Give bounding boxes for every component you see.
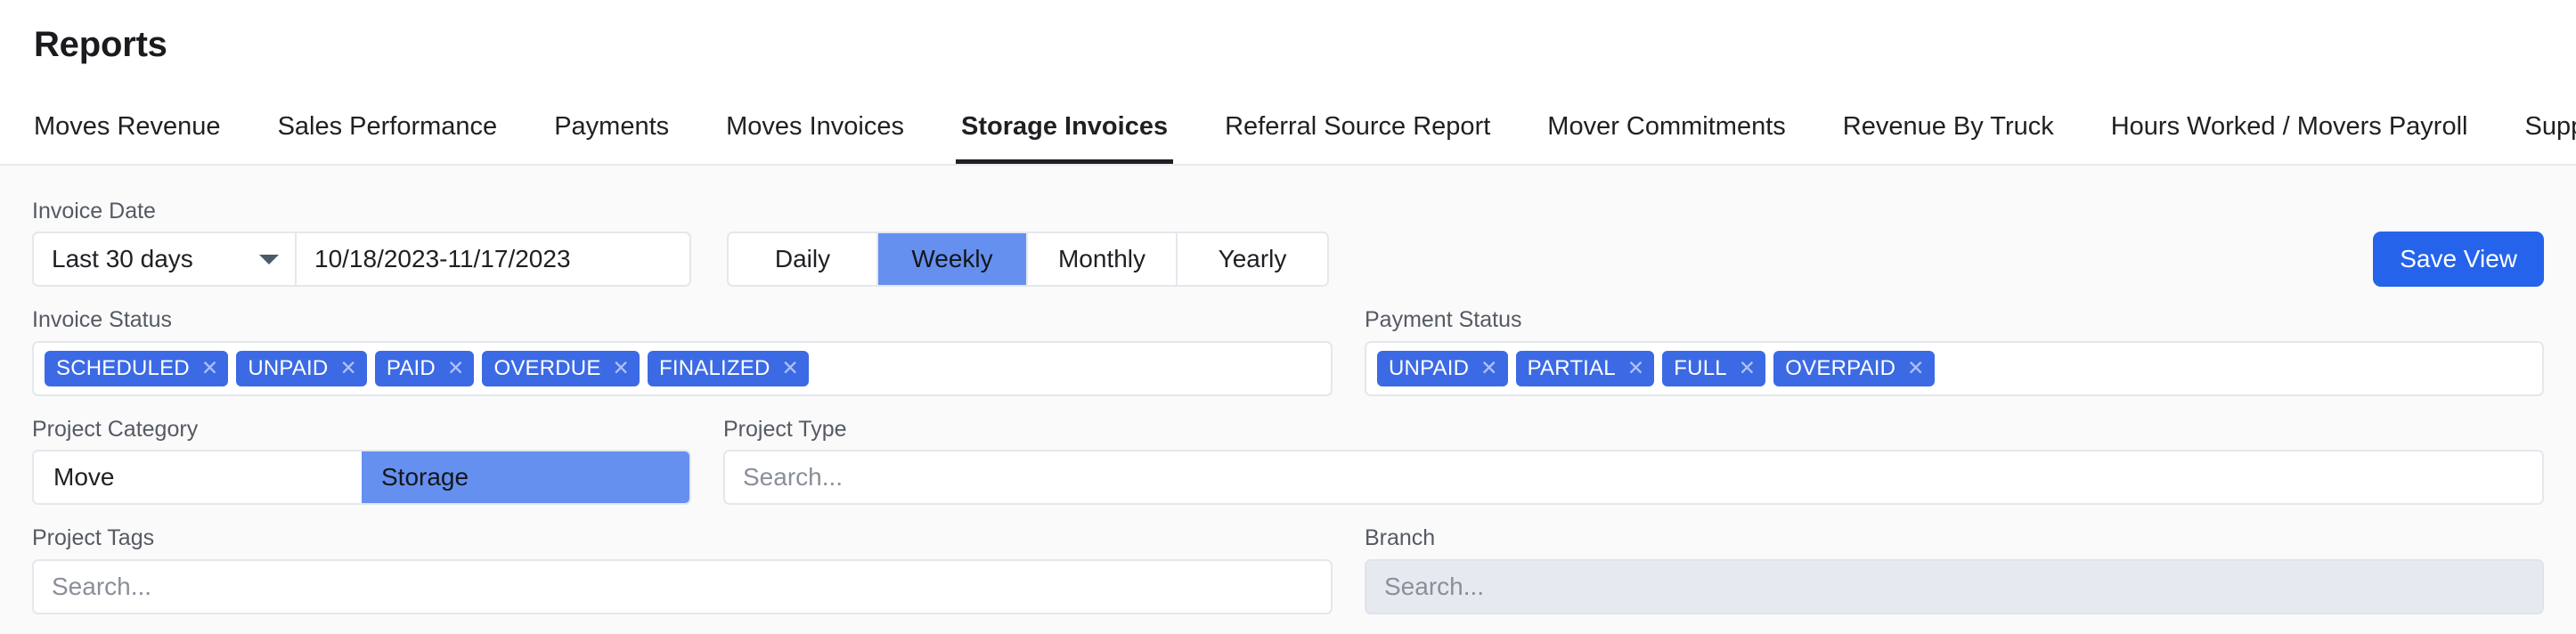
branch-input[interactable] bbox=[1384, 572, 2524, 601]
branch-group: Branch bbox=[1365, 525, 2544, 614]
column-spacer bbox=[1333, 526, 1365, 614]
project-type-field[interactable] bbox=[723, 450, 2544, 505]
tab-hours-worked-movers-payroll[interactable]: Hours Worked / Movers Payroll bbox=[2083, 89, 2497, 164]
payment-status-label: Payment Status bbox=[1365, 307, 1522, 332]
tab-revenue-by-truck[interactable]: Revenue By Truck bbox=[1814, 89, 2083, 164]
granularity-option-weekly[interactable]: Weekly bbox=[878, 233, 1028, 285]
tab-moves-revenue[interactable]: Moves Revenue bbox=[34, 89, 249, 164]
invoice-date-control: Last 30 days 10/18/2023-11/17/2023 bbox=[32, 232, 691, 287]
save-view-button[interactable]: Save View bbox=[2373, 232, 2544, 287]
granularity-option-daily[interactable]: Daily bbox=[729, 233, 878, 285]
tab-mover-commitments[interactable]: Mover Commitments bbox=[1519, 89, 1814, 164]
chevron-down-icon bbox=[259, 254, 279, 264]
close-icon[interactable]: ✕ bbox=[339, 358, 356, 378]
chip[interactable]: FULL ✕ bbox=[1662, 350, 1766, 386]
invoice-date-group: Invoice Date Last 30 days 10/18/2023-11/… bbox=[32, 198, 691, 287]
chip-label: SCHEDULED bbox=[56, 355, 190, 380]
project-type-input[interactable] bbox=[743, 463, 2524, 492]
chip[interactable]: SCHEDULED ✕ bbox=[45, 350, 229, 386]
close-icon[interactable]: ✕ bbox=[782, 358, 799, 378]
project-type-label: Project Type bbox=[723, 416, 847, 442]
chip[interactable]: UNPAID ✕ bbox=[236, 350, 367, 386]
project-type-group: Project Type bbox=[723, 416, 2544, 505]
column-spacer bbox=[691, 418, 723, 506]
chip-label: PAID bbox=[386, 355, 436, 380]
project-tags-group: Project Tags bbox=[32, 525, 1333, 614]
invoice-status-label: Invoice Status bbox=[32, 307, 173, 332]
chip[interactable]: UNPAID ✕ bbox=[1377, 350, 1508, 386]
chip[interactable]: PAID ✕ bbox=[374, 350, 475, 386]
page-header: Reports bbox=[0, 0, 2576, 89]
granularity-option-yearly[interactable]: Yearly bbox=[1178, 233, 1327, 285]
invoice-date-label: Invoice Date bbox=[32, 198, 156, 224]
close-icon[interactable]: ✕ bbox=[447, 358, 464, 378]
project-category-toggle[interactable]: Move Storage bbox=[32, 450, 691, 505]
chip[interactable]: PARTIAL ✕ bbox=[1515, 350, 1655, 386]
project-tags-field[interactable] bbox=[32, 558, 1333, 614]
filter-row-date: Invoice Date Last 30 days 10/18/2023-11/… bbox=[32, 187, 2544, 287]
chip[interactable]: FINALIZED ✕ bbox=[648, 350, 809, 386]
chip-label: FINALIZED bbox=[659, 355, 770, 380]
project-category-group: Project Category Move Storage bbox=[32, 416, 691, 505]
filter-panel: Invoice Date Last 30 days 10/18/2023-11/… bbox=[0, 166, 2576, 634]
chip-label: UNPAID bbox=[1389, 355, 1470, 380]
close-icon[interactable]: ✕ bbox=[201, 358, 218, 378]
chip[interactable]: OVERDUE ✕ bbox=[482, 350, 640, 386]
tab-referral-source-report[interactable]: Referral Source Report bbox=[1196, 89, 1519, 164]
page-title: Reports bbox=[34, 24, 167, 64]
payment-status-field[interactable]: UNPAID ✕ PARTIAL ✕ FULL ✕ OVERPAID ✕ bbox=[1365, 340, 2544, 396]
date-range-input[interactable]: 10/18/2023-11/17/2023 bbox=[295, 232, 691, 287]
project-category-label: Project Category bbox=[32, 416, 199, 442]
project-category-option-storage[interactable]: Storage bbox=[362, 451, 689, 503]
filter-row-tags-branch: Project Tags Branch bbox=[32, 525, 2544, 614]
tab-supplies-sold[interactable]: Supplies Sold bbox=[2496, 89, 2576, 164]
project-category-option-move[interactable]: Move bbox=[34, 451, 362, 503]
tab-moves-invoices[interactable]: Moves Invoices bbox=[697, 89, 933, 164]
chip-label: OVERPAID bbox=[1785, 355, 1896, 380]
tab-sales-performance[interactable]: Sales Performance bbox=[249, 89, 526, 164]
granularity-option-monthly[interactable]: Monthly bbox=[1028, 233, 1178, 285]
date-preset-select[interactable]: Last 30 days bbox=[32, 232, 295, 287]
close-icon[interactable]: ✕ bbox=[1739, 358, 1756, 378]
close-icon[interactable]: ✕ bbox=[1480, 358, 1497, 378]
tab-storage-invoices[interactable]: Storage Invoices bbox=[933, 89, 1196, 164]
branch-label: Branch bbox=[1365, 525, 1436, 550]
close-icon[interactable]: ✕ bbox=[613, 358, 630, 378]
project-tags-input[interactable] bbox=[52, 572, 1313, 601]
invoice-status-group: Invoice Status SCHEDULED ✕ UNPAID ✕ PAID ✕ OVE… bbox=[32, 307, 1333, 396]
project-tags-label: Project Tags bbox=[32, 525, 155, 550]
date-preset-value: Last 30 days bbox=[52, 245, 193, 272]
report-tab-bar[interactable]: Moves Revenue Sales Performance Payments Mo… bbox=[0, 89, 2576, 166]
invoice-status-field[interactable]: SCHEDULED ✕ UNPAID ✕ PAID ✕ OVERDUE ✕ FINALIZED ✕ bbox=[32, 340, 1333, 396]
chip-label: UNPAID bbox=[248, 355, 329, 380]
chip[interactable]: OVERPAID ✕ bbox=[1773, 350, 1935, 386]
chip-label: PARTIAL bbox=[1527, 355, 1616, 380]
chip-label: FULL bbox=[1674, 355, 1727, 380]
column-spacer bbox=[1333, 308, 1365, 396]
chip-label: OVERDUE bbox=[493, 355, 601, 380]
close-icon[interactable]: ✕ bbox=[1627, 358, 1644, 378]
granularity-segmented-control[interactable]: Daily Weekly Monthly Yearly bbox=[727, 232, 1329, 287]
filter-row-project: Project Category Move Storage Project Typ… bbox=[32, 416, 2544, 506]
close-icon[interactable]: ✕ bbox=[1907, 358, 1924, 378]
date-range-value: 10/18/2023-11/17/2023 bbox=[314, 245, 571, 272]
filter-row-status: Invoice Status SCHEDULED ✕ UNPAID ✕ PAID ✕ OVE… bbox=[32, 307, 2544, 396]
branch-field[interactable] bbox=[1365, 558, 2544, 614]
tab-payments[interactable]: Payments bbox=[526, 89, 697, 164]
payment-status-group: Payment Status UNPAID ✕ PARTIAL ✕ FULL ✕ OVERP… bbox=[1365, 307, 2544, 396]
